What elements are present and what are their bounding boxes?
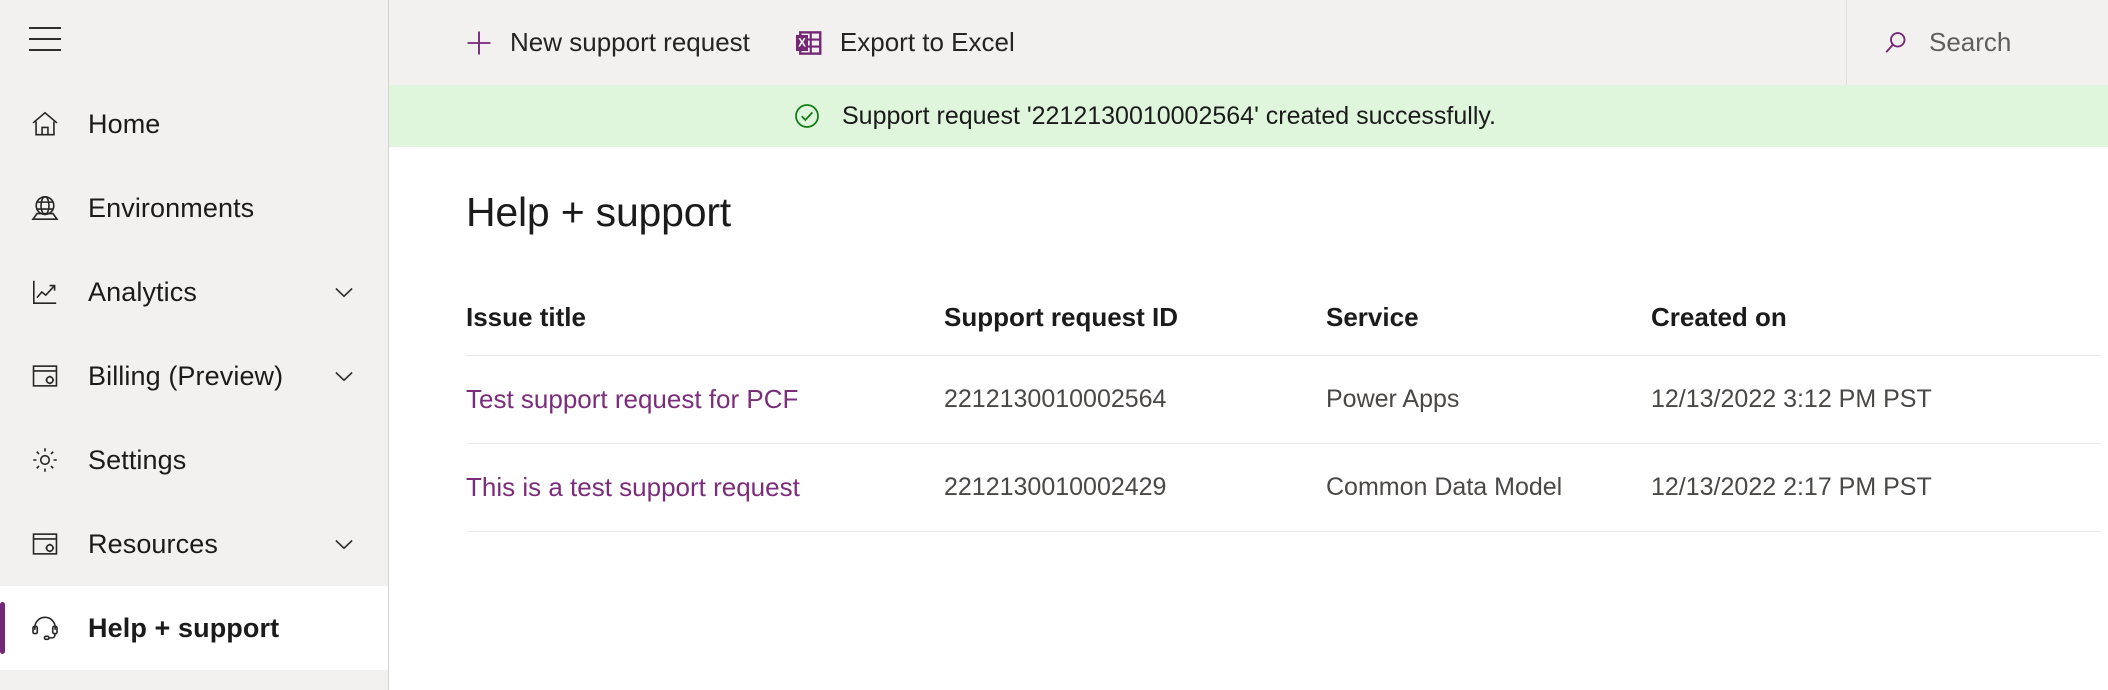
command-bar: New support request X Export to Excel Se…	[389, 0, 2108, 85]
sidebar-item-label: Help + support	[88, 613, 280, 643]
table-header: Issue title Support request ID Service C…	[466, 302, 2101, 356]
column-header-service[interactable]: Service	[1326, 302, 1651, 356]
hamburger-menu-icon[interactable]	[22, 16, 68, 62]
cell-service: Common Data Model	[1326, 443, 1651, 532]
chevron-down-icon[interactable]	[324, 272, 364, 312]
hamburger-menu-container	[0, 0, 388, 78]
resources-icon	[22, 528, 68, 560]
cell-service: Power Apps	[1326, 355, 1651, 444]
billing-icon	[22, 360, 68, 392]
sidebar-item-settings[interactable]: Settings	[0, 418, 388, 502]
success-notification-bar: Support request '2212130010002564' creat…	[389, 85, 2108, 147]
export-to-excel-button[interactable]: X Export to Excel	[782, 15, 1025, 71]
cell-support-request-id: 2212130010002564	[944, 355, 1326, 444]
sidebar-item-home[interactable]: Home	[0, 82, 388, 166]
search-icon	[1879, 28, 1913, 58]
issue-title-link[interactable]: Test support request for PCF	[466, 384, 798, 414]
sidebar-item-label: Settings	[88, 445, 187, 475]
support-requests-table: Issue title Support request ID Service C…	[466, 302, 2101, 532]
new-support-request-label: New support request	[510, 27, 750, 57]
table-row[interactable]: Test support request for PCF 22121300100…	[466, 355, 2101, 444]
headset-icon	[22, 612, 68, 644]
plus-icon	[462, 27, 496, 59]
sidebar-item-billing[interactable]: Billing (Preview)	[0, 334, 388, 418]
support-requests-table-container: Issue title Support request ID Service C…	[466, 302, 2108, 532]
gear-icon	[22, 444, 68, 476]
search-input[interactable]: Search	[1846, 0, 2108, 85]
hamburger-bar-1	[29, 27, 61, 29]
sidebar-item-environments[interactable]: Environments	[0, 166, 388, 250]
chevron-down-icon[interactable]	[324, 524, 364, 564]
sidebar-nav-list: Home Environments Analytics Billing (Pre…	[0, 82, 388, 670]
excel-icon: X	[792, 28, 826, 58]
home-icon	[22, 108, 68, 140]
chevron-down-icon[interactable]	[324, 356, 364, 396]
sidebar-item-label: Resources	[88, 529, 218, 559]
hamburger-bar-3	[29, 49, 61, 51]
left-navigation-sidebar: Home Environments Analytics Billing (Pre…	[0, 0, 389, 690]
main-region: New support request X Export to Excel Se…	[389, 0, 2108, 690]
svg-text:X: X	[798, 36, 806, 49]
column-header-created-on[interactable]: Created on	[1651, 302, 2101, 356]
notification-message: Support request '2212130010002564' creat…	[842, 101, 1496, 130]
analytics-icon	[22, 276, 68, 308]
sidebar-item-label: Environments	[88, 193, 255, 223]
column-header-support-request-id[interactable]: Support request ID	[944, 302, 1326, 356]
cell-issue-title: This is a test support request	[466, 443, 944, 532]
search-placeholder: Search	[1929, 27, 2012, 57]
cell-created-on: 12/13/2022 2:17 PM PST	[1651, 443, 2101, 532]
hamburger-bar-2	[29, 38, 61, 40]
table-body: Test support request for PCF 22121300100…	[466, 355, 2101, 532]
globe-icon	[22, 192, 68, 224]
success-check-icon	[791, 101, 823, 131]
cell-created-on: 12/13/2022 3:12 PM PST	[1651, 355, 2101, 444]
sidebar-item-help-support[interactable]: Help + support	[0, 586, 388, 670]
sidebar-item-label: Analytics	[88, 277, 197, 307]
app-root: Home Environments Analytics Billing (Pre…	[0, 0, 2108, 690]
table-row[interactable]: This is a test support request 221213001…	[466, 443, 2101, 532]
page-title: Help + support	[466, 189, 732, 235]
issue-title-link[interactable]: This is a test support request	[466, 472, 800, 502]
sidebar-item-label: Billing (Preview)	[88, 361, 284, 391]
export-to-excel-label: Export to Excel	[839, 27, 1015, 57]
cell-issue-title: Test support request for PCF	[466, 355, 944, 444]
new-support-request-button[interactable]: New support request	[452, 15, 760, 71]
page-content: Help + support Issue title Support reque…	[389, 147, 2108, 690]
column-header-issue-title[interactable]: Issue title	[466, 302, 944, 356]
sidebar-item-analytics[interactable]: Analytics	[0, 250, 388, 334]
sidebar-item-label: Home	[88, 109, 161, 139]
table-header-row: Issue title Support request ID Service C…	[466, 302, 2101, 356]
cell-support-request-id: 2212130010002429	[944, 443, 1326, 532]
sidebar-item-resources[interactable]: Resources	[0, 502, 388, 586]
